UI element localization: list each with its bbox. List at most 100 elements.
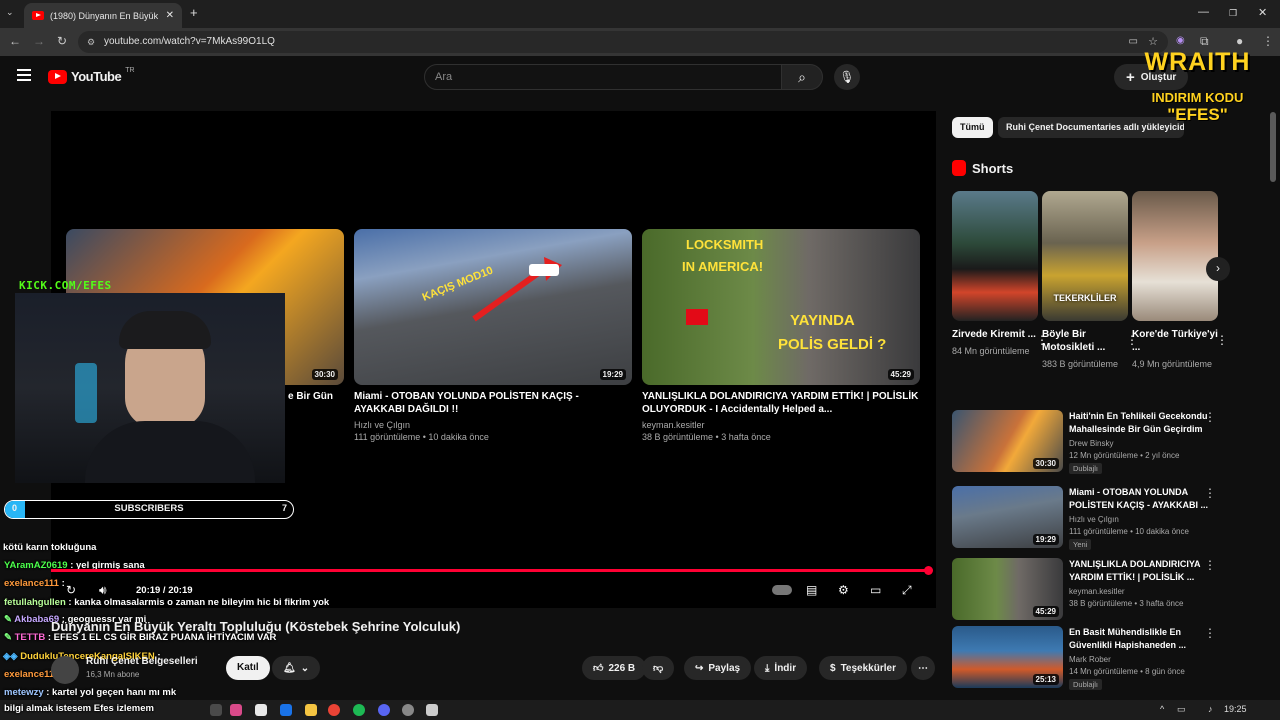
tab-close-icon[interactable]: ✕ (166, 10, 174, 21)
taskbar-app-icon[interactable] (255, 704, 267, 716)
channel-avatar[interactable] (51, 656, 79, 684)
address-bar[interactable]: ⚙ youtube.com/watch?v=7MkAs99O1LQ ▭ ☆ (78, 31, 1168, 53)
rec-badge: Dublajlı (1069, 679, 1103, 690)
short-card[interactable]: Kore'de Türkiye'yi ... 4,9 Mn görüntülem… (1132, 191, 1228, 370)
endscreen-channel: Hızlı ve Çılgın (354, 420, 411, 430)
video-duration: 30:30 (1032, 458, 1059, 469)
recommended-video[interactable]: 30:30 Haiti'nin En Tehlikeli Gecekondu M… (952, 410, 1222, 474)
browser-tab[interactable]: (1980) Dünyanın En Büyük Yeralt ✕ (24, 3, 182, 28)
forward-icon[interactable]: → (33, 34, 45, 48)
like-count: 226 B (608, 662, 636, 674)
rec-menu-icon[interactable]: ⋮ (1204, 410, 1216, 424)
endscreen-card[interactable]: LOCKSMITH IN AMERICA! YAYINDA POLİS GELD… (642, 229, 920, 443)
endscreen-card[interactable]: KAÇIŞ MOD10 19:29 Miami - OTOBAN YOLUNDA… (354, 229, 632, 443)
channel-name[interactable]: Ruhi Çenet Belgeselleri (86, 656, 198, 667)
thanks-button[interactable]: $ Teşekkürler (819, 656, 907, 680)
video-progress-bar[interactable] (51, 569, 930, 572)
share-button[interactable]: ↪ Paylaş (684, 656, 752, 680)
short-menu-icon[interactable]: ⋮ (1216, 333, 1228, 347)
endscreen-meta: 111 görüntüleme • 10 dakika önce (354, 432, 489, 442)
fullscreen-icon[interactable]: ⤢ (902, 583, 912, 598)
back-icon[interactable]: ← (9, 34, 21, 48)
chat-text: : kartel yol geçen hanı mı mk (46, 687, 177, 698)
volume-icon[interactable]: 🔊︎ (99, 583, 107, 598)
rec-meta: 38 B görüntüleme • 3 hafta önce (1069, 599, 1184, 608)
dislike-button[interactable]: 👎︎ (642, 656, 675, 680)
endscreen-thumbnail: LOCKSMITH IN AMERICA! YAYINDA POLİS GELD… (642, 229, 920, 385)
taskbar-app-icon[interactable] (210, 704, 222, 716)
taskbar-app-icon[interactable] (305, 704, 317, 716)
extensions-puzzle-icon[interactable]: ⧉ (1200, 34, 1209, 49)
rec-menu-icon[interactable]: ⋮ (1204, 626, 1216, 640)
join-button[interactable]: Katıl (226, 656, 270, 680)
minimize-icon[interactable]: — (1198, 6, 1209, 18)
progress-scrubber[interactable] (924, 566, 933, 575)
short-caption: TEKERKLİLER (1053, 293, 1117, 303)
recommended-video[interactable]: 45:29 YANLIŞLIKLA DOLANDIRICIYA YARDIM E… (952, 558, 1222, 622)
bell-icon: 🔔︎ (283, 662, 296, 674)
reload-icon[interactable]: ↻ (57, 34, 67, 48)
taskbar-app-icon[interactable] (426, 704, 438, 716)
download-button[interactable]: ⤓ İndir (754, 656, 808, 680)
spotify-taskbar-icon[interactable] (353, 704, 365, 716)
rec-menu-icon[interactable]: ⋮ (1204, 558, 1216, 572)
short-card[interactable]: TEKERKLİLER Böyle Bir Motosikleti ... 38… (1042, 191, 1138, 370)
tray-chevron-icon[interactable]: ^ (1160, 704, 1164, 714)
streamer-shoulders (85, 421, 255, 483)
youtube-logo[interactable]: YouTube TR (48, 67, 135, 84)
network-icon[interactable]: ▭ (1177, 704, 1186, 715)
short-card[interactable]: Zirvede Kiremit ... 84 Mn görüntüleme ⋮ (952, 191, 1048, 357)
chat-user: exelance111 (4, 578, 59, 589)
url-text: youtube.com/watch?v=7MkAs99O1LQ (104, 36, 275, 47)
tab-search-icon[interactable]: ⌄ (6, 7, 14, 18)
site-info-icon[interactable]: ⚙ (87, 31, 95, 53)
address-toolbar: ← → ↻ ⚙ youtube.com/watch?v=7MkAs99O1LQ … (0, 28, 1280, 56)
thumbnail-art: KAÇIŞ MOD10 (421, 257, 562, 322)
recommended-video[interactable]: 19:29 Miami - OTOBAN YOLUNDA POLİSTEN KA… (952, 486, 1222, 550)
taskbar-app-icon[interactable] (280, 704, 292, 716)
hamburger-menu-icon[interactable] (17, 69, 31, 81)
theater-mode-icon[interactable]: ▭ (870, 583, 881, 597)
chrome-menu-icon[interactable]: ⋮ (1262, 34, 1274, 48)
more-actions-button[interactable]: ⋯ (911, 656, 935, 680)
new-tab-icon[interactable]: + (190, 5, 198, 20)
short-thumbnail (1132, 191, 1218, 321)
thumbnail-caption: IN AMERICA! (682, 259, 763, 274)
video-title: Dünyanın En Büyük Yeraltı Topluluğu (Kös… (51, 619, 461, 634)
browser-tab-strip: ⌄ (1980) Dünyanın En Büyük Yeralt ✕ + — … (0, 0, 1280, 28)
taskbar-app-icon[interactable] (402, 704, 414, 716)
clock[interactable]: 19:25 (1224, 704, 1247, 714)
rec-menu-icon[interactable]: ⋮ (1204, 486, 1216, 500)
speaker-icon[interactable]: ♪ (1208, 704, 1213, 714)
notification-bell-button[interactable]: 🔔︎ ⌄ (272, 656, 321, 680)
streamer-hair (119, 311, 211, 349)
page-scrollbar[interactable] (1270, 112, 1276, 182)
share-label: Paylaş (708, 662, 741, 674)
chat-text: : kanka olmasalarmis o zaman ne bileyim … (68, 597, 330, 608)
discord-taskbar-icon[interactable] (378, 704, 390, 716)
autoplay-toggle[interactable] (772, 585, 792, 595)
recommended-video[interactable]: 25:13 En Basit Mühendislikle En Güvenlik… (952, 626, 1222, 690)
taskbar-app-icon[interactable] (230, 704, 242, 716)
search-input[interactable]: Ara (424, 64, 782, 90)
extension-icon[interactable]: ◉ (1176, 35, 1185, 46)
profile-icon[interactable]: ● (1236, 34, 1243, 48)
video-duration: 19:29 (1032, 534, 1059, 545)
chip-all[interactable]: Tümü (952, 117, 993, 138)
endscreen-meta: 38 B görüntüleme • 3 hafta önce (642, 432, 771, 442)
settings-gear-icon[interactable]: ⚙ (838, 583, 849, 597)
time-display: 20:19 / 20:19 (136, 585, 193, 596)
window-close-icon[interactable]: ✕ (1258, 6, 1267, 19)
subtitles-icon[interactable]: ▤ (806, 583, 817, 597)
voice-search-button[interactable]: 🎙︎ (834, 64, 860, 90)
restore-icon[interactable]: ❐ (1229, 8, 1237, 19)
like-button[interactable]: 👍︎ 226 B (582, 656, 647, 680)
kick-channel-label: KICK.COM/EFES (19, 279, 112, 292)
chat-text: kötü karın tokluğuna (3, 542, 97, 553)
rec-badge: Dublajlı (1069, 463, 1103, 474)
chat-message: exelance111 : (4, 578, 65, 589)
shorts-next-button[interactable]: › (1206, 257, 1230, 281)
replay-icon[interactable]: ↻ (66, 583, 76, 597)
chrome-taskbar-icon[interactable] (328, 704, 340, 716)
search-button[interactable]: ⌕ (781, 64, 823, 90)
